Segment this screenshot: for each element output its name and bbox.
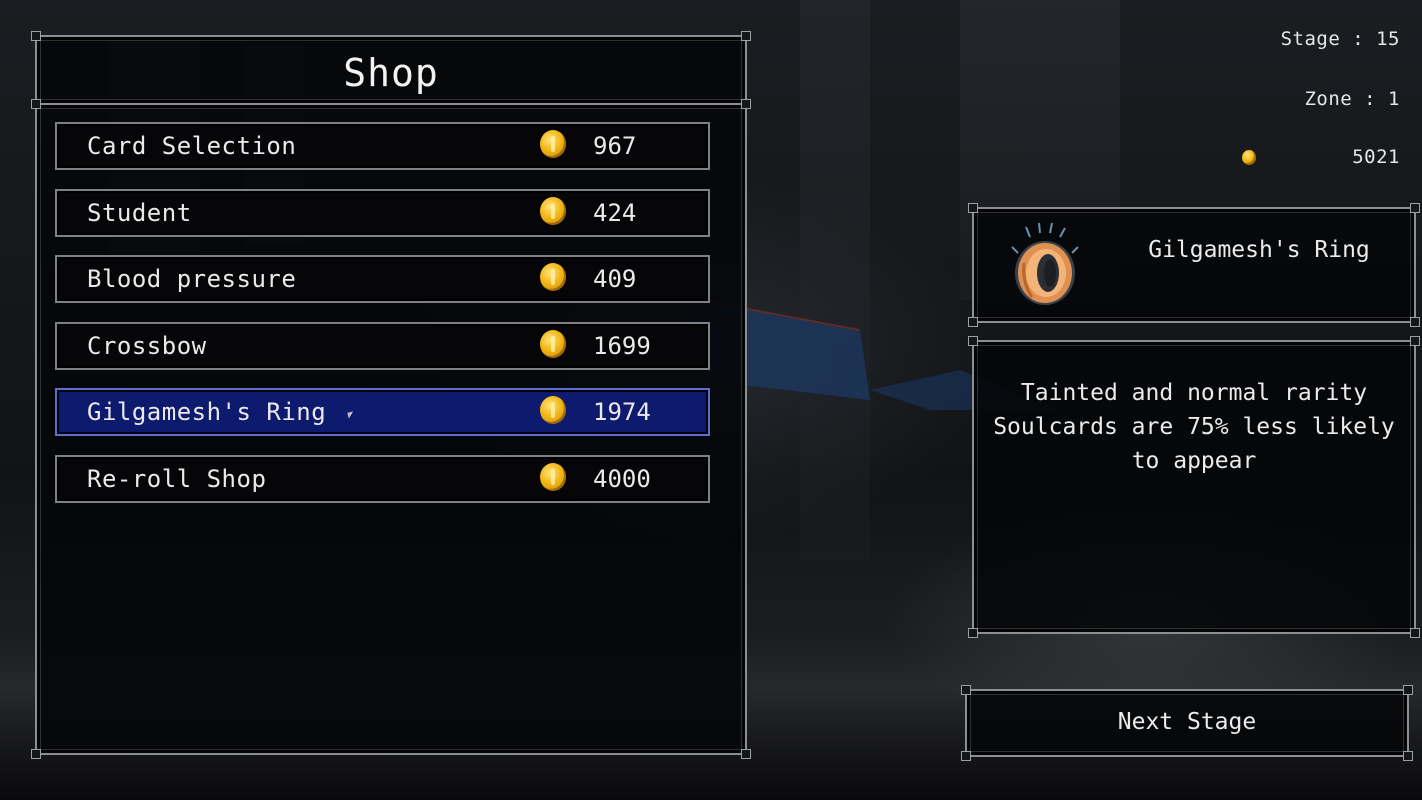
item-name: Gilgamesh's Ring xyxy=(1148,237,1370,263)
gold-amount: 5021 xyxy=(1352,146,1400,168)
shop-item-name: Crossbow xyxy=(87,331,207,360)
gold-coin-icon xyxy=(540,329,566,358)
shop-item-price: 4000 xyxy=(593,464,651,493)
shop-item-name: Card Selection xyxy=(87,132,297,160)
shop-item-selected[interactable]: Gilgamesh's Ring 1974 xyxy=(55,388,710,436)
shop-item-list: Card Selection 967 Student 424 Blood pre… xyxy=(55,122,710,521)
next-stage-label: Next Stage xyxy=(1117,709,1257,735)
shop-item-price: 967 xyxy=(593,132,637,160)
game-scene: Shop Card Selection 967 Student 424 Bloo… xyxy=(0,0,1422,800)
shop-title: Shop xyxy=(343,51,439,95)
shop-item-name: Student xyxy=(87,198,192,227)
shop-item-price: 1699 xyxy=(593,331,651,360)
mouse-cursor-icon xyxy=(347,411,355,419)
shop-item[interactable]: Student 424 xyxy=(55,188,710,237)
shop-item-name: Gilgamesh's Ring xyxy=(87,398,327,426)
background-pillar xyxy=(800,0,870,560)
shop-item-price: 1974 xyxy=(593,398,651,426)
next-stage-button[interactable]: Next Stage xyxy=(961,685,1413,761)
zone-indicator: Zone : 1 xyxy=(1304,88,1400,110)
shop-item[interactable]: Blood pressure 409 xyxy=(55,255,710,303)
shop-item[interactable]: Crossbow 1699 xyxy=(55,321,710,370)
shop-item-name: Re-roll Shop xyxy=(87,464,267,493)
ring-icon xyxy=(1011,223,1079,305)
gold-coin-icon xyxy=(540,396,566,424)
item-description-panel: Tainted and normal rarity Soulcards are … xyxy=(968,336,1420,638)
shop-item-price: 424 xyxy=(593,198,637,227)
shop-item[interactable]: Re-roll Shop 4000 xyxy=(55,454,710,503)
item-description: Tainted and normal rarity Soulcards are … xyxy=(993,380,1395,474)
gold-coin-icon xyxy=(540,196,566,225)
item-title-panel: Gilgamesh's Ring xyxy=(968,203,1420,327)
shop-header-panel: Shop xyxy=(31,31,751,109)
gold-coin-icon xyxy=(540,462,566,491)
gold-coin-icon xyxy=(540,130,566,158)
shop-item-name: Blood pressure xyxy=(87,265,297,293)
stage-indicator: Stage : 15 xyxy=(1280,28,1400,50)
shop-item[interactable]: Card Selection 967 xyxy=(55,122,710,170)
gold-coin-icon xyxy=(540,263,566,291)
shop-item-price: 409 xyxy=(593,265,637,293)
gold-coin-icon xyxy=(1242,150,1256,165)
